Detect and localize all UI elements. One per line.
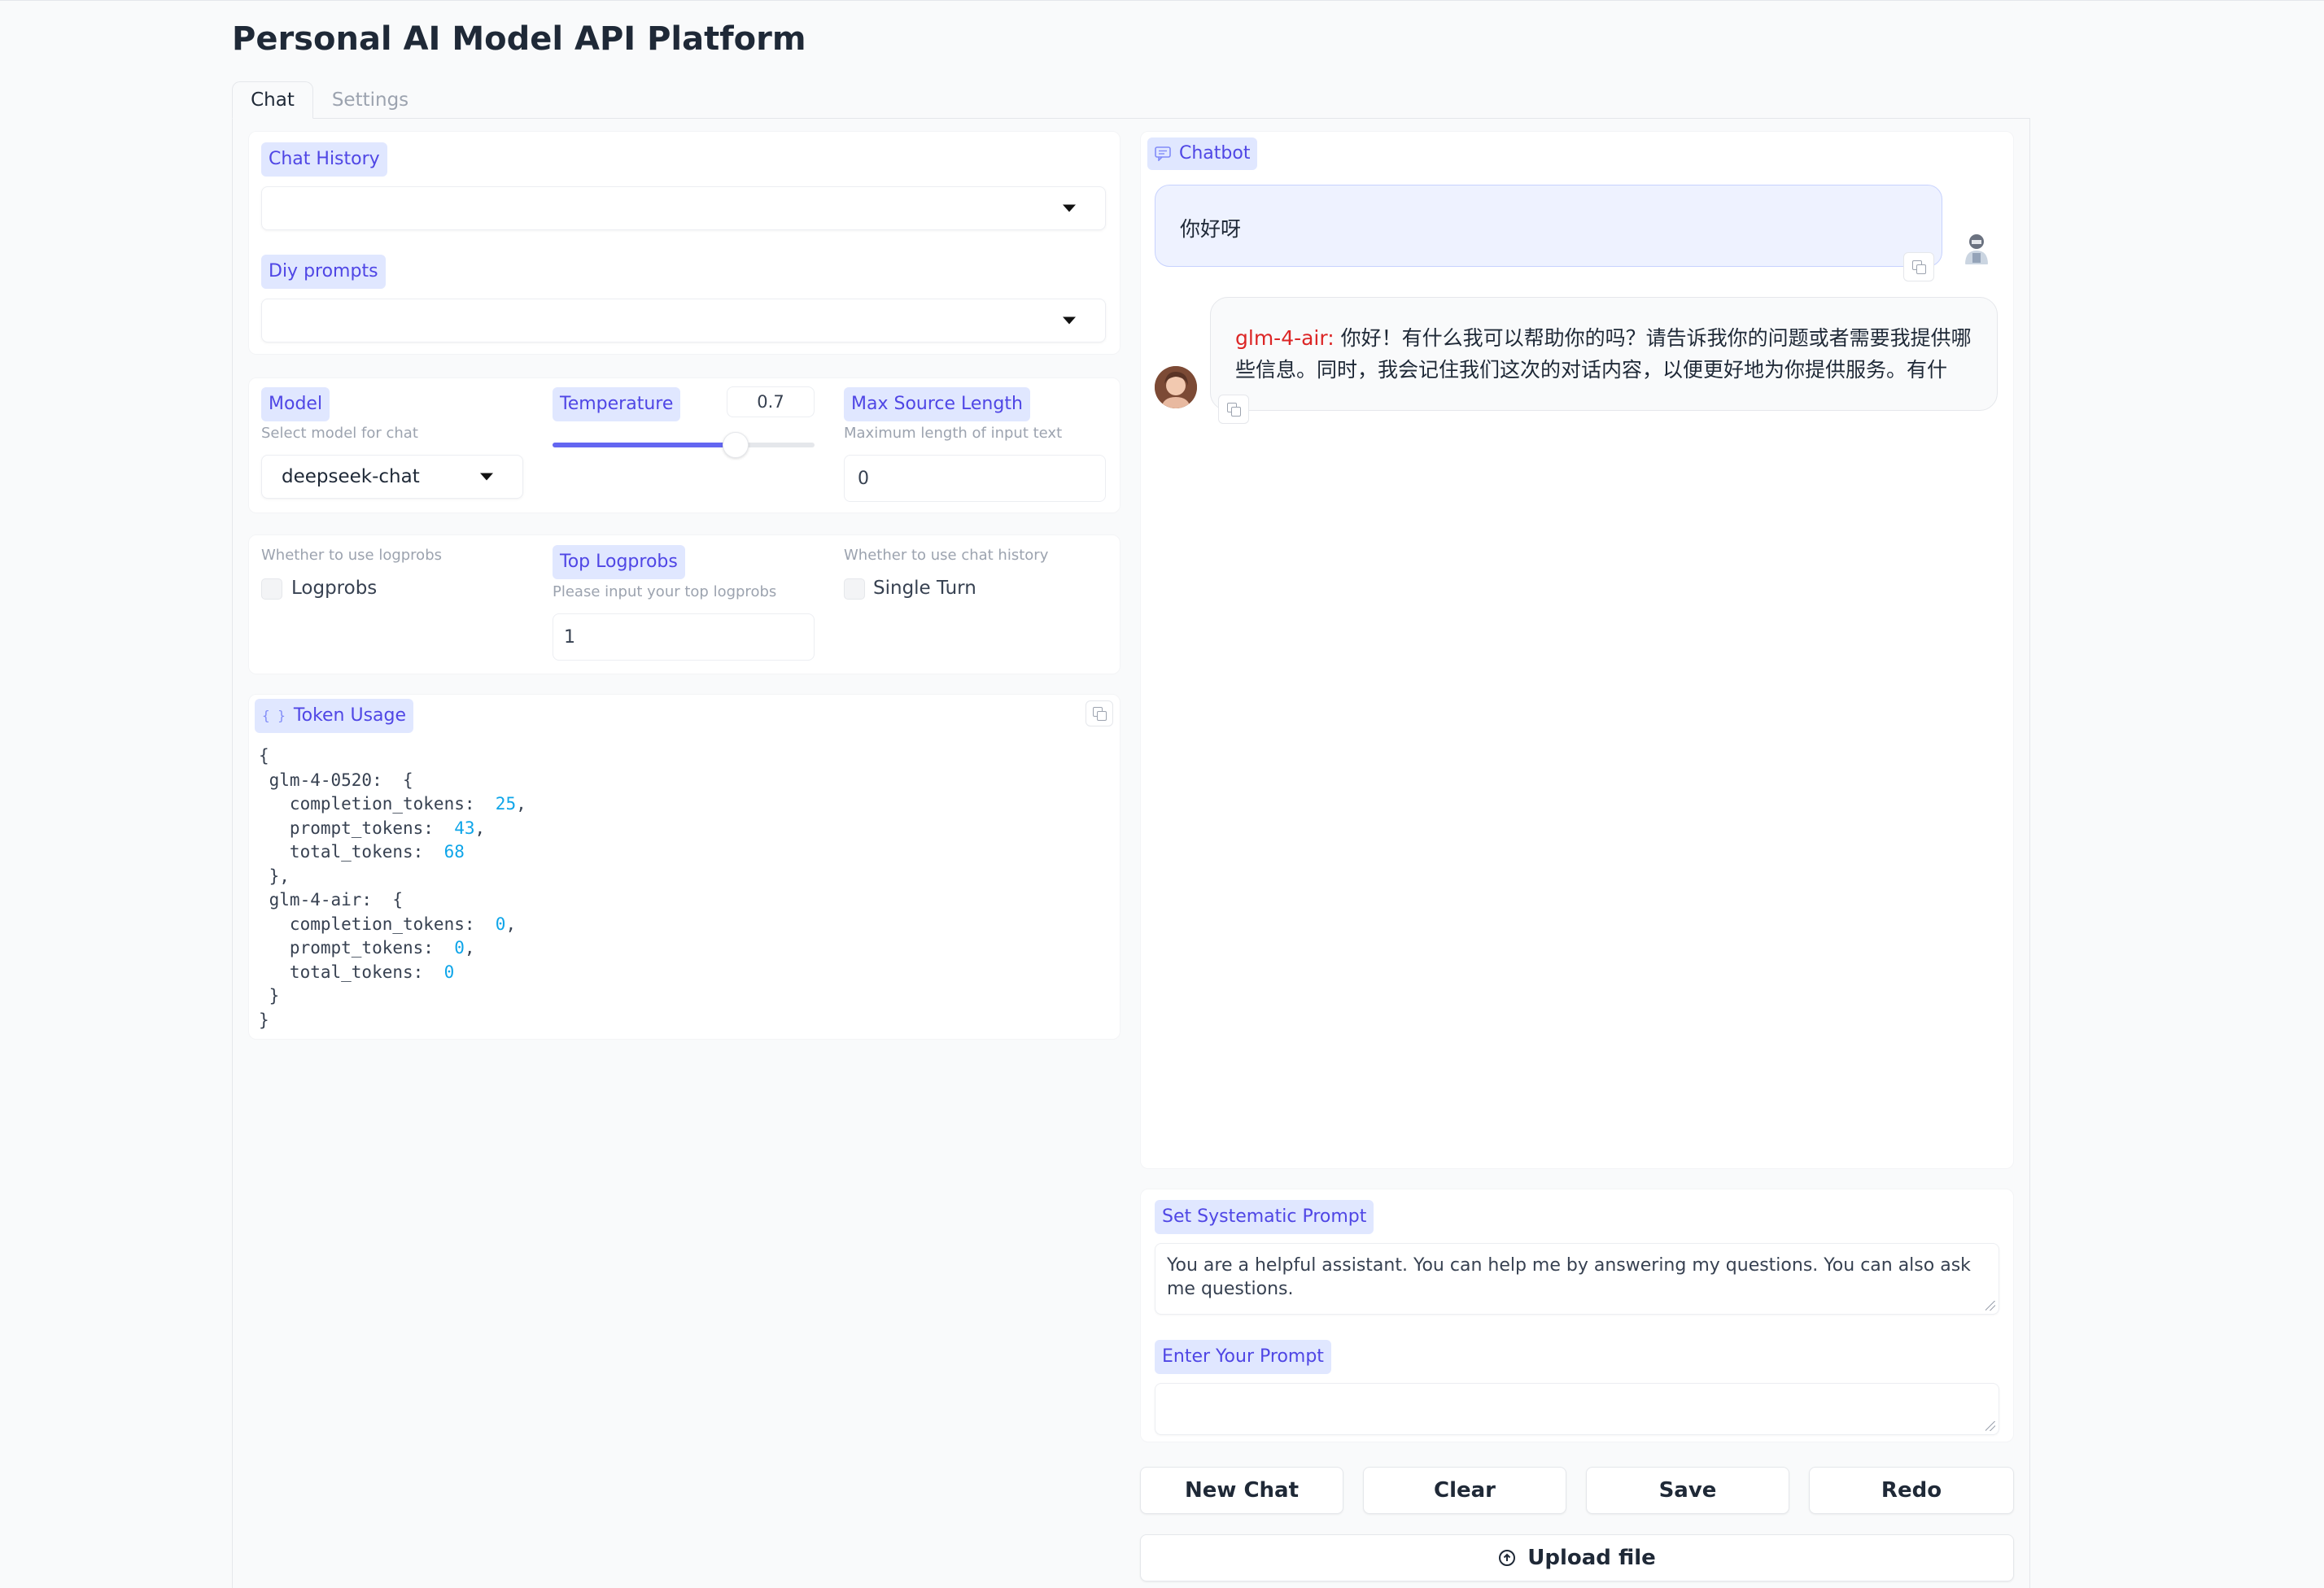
page-title: Personal AI Model API Platform [232, 20, 806, 58]
temperature-slider-fill [553, 443, 736, 447]
top-logprobs-input[interactable]: 1 [553, 613, 815, 661]
logprobs-label[interactable]: Logprobs [291, 578, 377, 599]
tab-settings[interactable]: Settings [321, 81, 419, 119]
user-prompt-label: Enter Your Prompt [1155, 1340, 1331, 1374]
temperature-number-input[interactable]: 0.7 [727, 386, 815, 417]
max-source-length-label: Max Source Length [844, 387, 1030, 421]
bot-avatar [1155, 366, 1197, 408]
single-turn-label[interactable]: Single Turn [873, 578, 976, 599]
tab-chat[interactable]: Chat [232, 81, 313, 119]
system-prompt-textarea[interactable]: You are a helpful assistant. You can hel… [1155, 1243, 1999, 1315]
model-dropdown[interactable]: deepseek-chat [261, 455, 523, 499]
json-line: prompt_tokens: 43, [259, 818, 486, 838]
model-label: Model [261, 387, 330, 421]
save-button[interactable]: Save [1586, 1467, 1789, 1514]
max-source-length-info: Maximum length of input text [844, 425, 1063, 442]
copy-json-button[interactable] [1086, 700, 1113, 726]
user-message-bubble: 你好呀 [1155, 185, 1942, 267]
json-line: completion_tokens: 25, [259, 794, 526, 814]
logprobs-checkbox[interactable] [261, 578, 282, 600]
top-logprobs-label: Top Logprobs [553, 545, 685, 579]
resize-handle[interactable] [1985, 1301, 1995, 1311]
single-turn-info: Whether to use chat history [844, 547, 1049, 564]
chatbot-panel [1140, 131, 2014, 1169]
copy-message-button[interactable] [1218, 395, 1249, 424]
max-source-length-input[interactable]: 0 [844, 455, 1106, 502]
json-line: { [259, 746, 269, 766]
temperature-slider-track[interactable] [553, 432, 815, 458]
copy-icon [1227, 403, 1241, 417]
system-prompt-label: Set Systematic Prompt [1155, 1200, 1374, 1234]
token-usage-label: { } Token Usage [255, 699, 414, 733]
json-braces-icon: { } [262, 708, 286, 723]
bot-message-text: 你好！有什么我可以帮助你的吗？请告诉我你的问题或者需要我提供哪些信息。同时，我会… [1235, 326, 1972, 382]
user-avatar [1957, 229, 1996, 268]
bot-message-bubble: glm-4-air: 你好！有什么我可以帮助你的吗？请告诉我你的问题或者需要我提… [1210, 297, 1998, 411]
chevron-down-icon [1063, 204, 1076, 212]
json-line: completion_tokens: 0, [259, 914, 517, 934]
json-line: } [259, 986, 280, 1006]
redo-button[interactable]: Redo [1809, 1467, 2014, 1514]
token-usage-json: { glm-4-0520: { completion_tokens: 25, p… [259, 744, 526, 1032]
bot-model-name: glm-4-air: [1235, 326, 1335, 350]
top-logprobs-info: Please input your top logprobs [553, 583, 777, 600]
json-line: } [259, 1010, 269, 1030]
user-message-text: 你好呀 [1180, 217, 1242, 241]
clear-button[interactable]: Clear [1363, 1467, 1566, 1514]
new-chat-button[interactable]: New Chat [1140, 1467, 1343, 1514]
json-line: glm-4-air: { [259, 890, 404, 910]
upload-file-button[interactable]: Upload file [1140, 1534, 2014, 1581]
logprobs-info: Whether to use logprobs [261, 547, 443, 564]
model-value: deepseek-chat [282, 466, 420, 487]
copy-icon [1912, 260, 1926, 274]
diy-prompts-label: Diy prompts [261, 255, 386, 289]
user-prompt-textarea[interactable] [1155, 1383, 1999, 1435]
copy-icon [1093, 707, 1107, 721]
single-turn-checkbox[interactable] [844, 578, 865, 600]
resize-handle[interactable] [1985, 1421, 1995, 1431]
chevron-down-icon [480, 473, 493, 481]
diy-prompts-dropdown[interactable] [261, 299, 1106, 342]
json-line: total_tokens: 0 [259, 962, 455, 982]
upload-icon [1499, 1550, 1516, 1566]
chat-history-label: Chat History [261, 142, 387, 177]
json-line: }, [259, 866, 290, 886]
chatbot-label: Chatbot [1147, 137, 1258, 170]
json-line: prompt_tokens: 0, [259, 938, 475, 958]
json-line: total_tokens: 68 [259, 842, 465, 862]
chat-history-dropdown[interactable] [261, 186, 1106, 230]
copy-message-button[interactable] [1903, 252, 1934, 281]
temperature-label: Temperature [553, 387, 681, 421]
json-line: glm-4-0520: { [259, 770, 413, 790]
model-info: Select model for chat [261, 425, 418, 442]
chat-bubble-icon [1155, 146, 1171, 161]
chevron-down-icon [1063, 316, 1076, 325]
